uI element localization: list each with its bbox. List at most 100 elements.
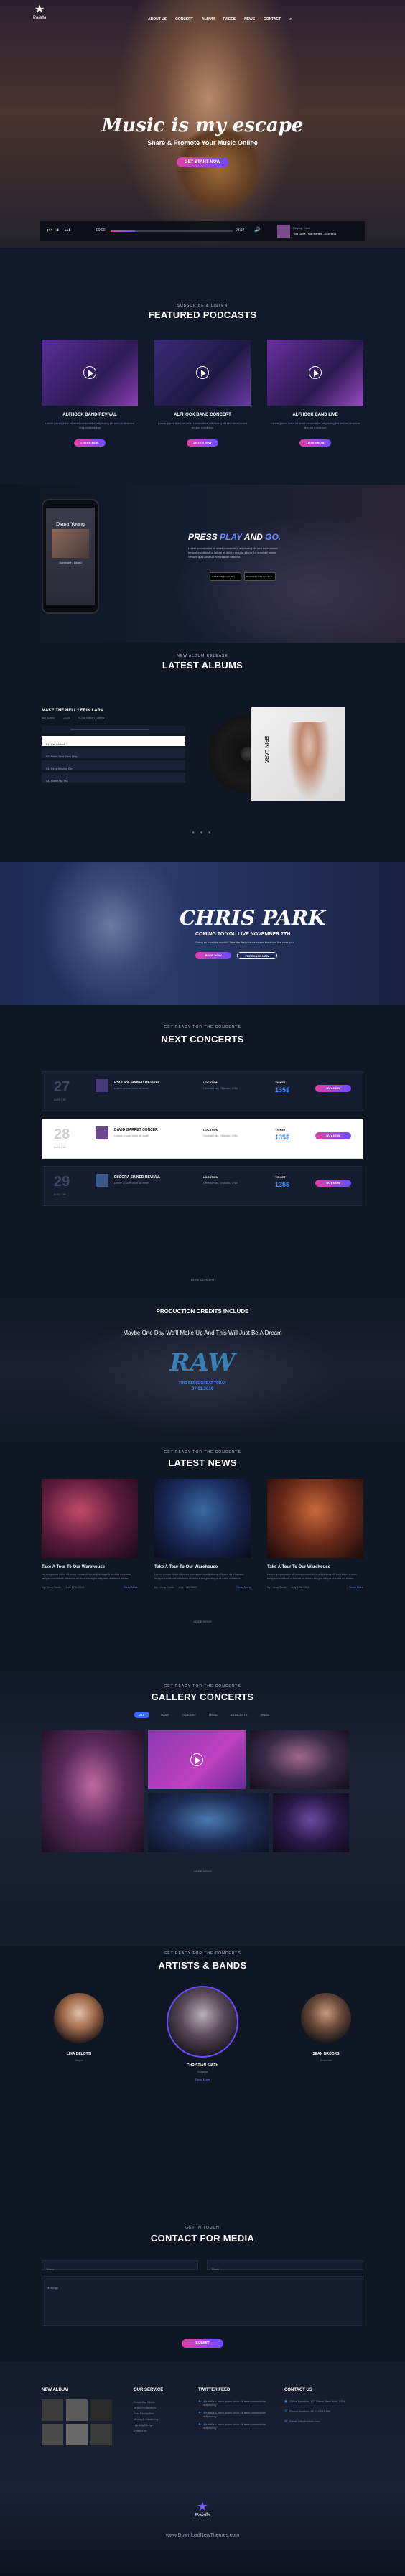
message-field[interactable]: Message <box>42 2276 363 2326</box>
nav-concert[interactable]: CONCERT <box>175 17 193 22</box>
buy-now-button[interactable]: BUY NOW <box>315 1180 351 1187</box>
artist-name: SEAN BROOKS <box>312 2052 340 2056</box>
news-card[interactable]: Take A Tour To Our Warehouse Lorem ipsum… <box>154 1479 251 1589</box>
logo[interactable]: ★ Rafalla <box>29 4 50 21</box>
filter-all[interactable]: ALL <box>134 1712 150 1718</box>
next-icon[interactable]: ⏭ <box>65 227 70 234</box>
footer-service-link[interactable]: Mixing & Mastering <box>134 2417 198 2422</box>
buy-now-button[interactable]: BUY NOW <box>315 1132 351 1139</box>
track-item[interactable]: 02. Make Your Own Way <box>42 748 185 758</box>
listen-button[interactable]: LISTEN NOW <box>299 439 331 447</box>
track-item[interactable]: 01. Get Ahead <box>42 736 185 746</box>
artist-role: Singer <box>75 2058 83 2062</box>
podcast-card[interactable]: ALFHOCK BAND REVIVAL Lorem ipsum dolor s… <box>42 340 138 447</box>
app-store-badge[interactable]: Download on the App Store <box>244 572 276 581</box>
artist-card[interactable]: SEAN BROOKS Drummer <box>297 1993 355 2062</box>
footer-album-thumb[interactable] <box>42 2424 63 2445</box>
nav-menu: ABOUT US CONCERT ALBUM PAGES NEWS CONTAC… <box>148 17 292 22</box>
listen-button[interactable]: LISTEN NOW <box>187 439 218 447</box>
filter-band[interactable]: BAND <box>159 1712 170 1718</box>
more-concerts-link[interactable]: MORE CONCERT <box>0 1278 405 1282</box>
footer-album-thumb[interactable] <box>66 2399 88 2421</box>
purchase-button[interactable]: PURCHASE NOW <box>237 952 277 959</box>
footer-service-link[interactable]: Video Edit <box>134 2428 198 2434</box>
hero-cta-button[interactable]: GET START NOW <box>177 157 228 167</box>
volume-icon[interactable]: 🔊 <box>254 227 261 233</box>
track-item[interactable]: 03. Keep Moving On <box>42 760 185 770</box>
play-icon[interactable] <box>196 366 209 379</box>
progress-bar[interactable] <box>111 230 233 232</box>
nav-contact[interactable]: CONTACT <box>264 17 281 22</box>
pause-icon[interactable]: ⏸ <box>56 227 59 234</box>
concert-name: DAVID GARRET CONCER <box>114 1128 158 1132</box>
artist-card[interactable]: LINA BELOTTI Singer <box>50 1993 108 2062</box>
footer-col-title: NEW ALBUM <box>42 2388 69 2392</box>
track-item[interactable]: 04. Stand Up Tall <box>42 773 185 783</box>
book-now-button[interactable]: BOOK NOW <box>195 952 231 959</box>
artist-feature-subtitle: COMING TO YOU LIVE NOVEMBER 7TH <box>195 932 291 937</box>
footer-service-link[interactable]: Music Production <box>134 2405 198 2411</box>
nav-album[interactable]: ALBUM <box>202 17 215 22</box>
filter-concerts[interactable]: CONCERTS <box>230 1712 248 1718</box>
concert-loc-label: LOCATION <box>203 1081 218 1084</box>
artists-title: ARTISTS & BANDS <box>158 1960 247 1971</box>
footer-col-title: TWITTER FEED <box>198 2388 231 2392</box>
nav-pages[interactable]: PAGES <box>223 17 236 22</box>
news-card[interactable]: Take A Tour To Our Warehouse Lorem ipsum… <box>42 1479 138 1589</box>
more-gallery-link[interactable]: MORE NEWS <box>0 1870 405 1873</box>
footer-col-contact: CONTACT US ◉ Office Location: 123 Street,… <box>284 2388 363 2424</box>
contact-location: Office Location: 123 Street, New York, U… <box>289 2399 345 2403</box>
footer-logo[interactable]: ★ Rafalla <box>188 2500 217 2518</box>
nav-about[interactable]: ABOUT US <box>148 17 167 22</box>
album-player-bar[interactable] <box>42 726 185 733</box>
footer-album-grid <box>42 2399 121 2445</box>
gallery-image[interactable] <box>42 1730 144 1852</box>
submit-button[interactable]: SUBMIT <box>182 2339 223 2348</box>
more-news-link[interactable]: MORE NEWS <box>0 1620 405 1623</box>
filter-sings[interactable]: SINGS <box>259 1712 270 1718</box>
footer-album-thumb[interactable] <box>90 2399 112 2421</box>
gallery-image[interactable] <box>250 1730 349 1789</box>
footer-album-thumb[interactable] <box>90 2424 112 2445</box>
artist-card[interactable]: CHRISTIAN SMITH Guitarist Read More <box>159 1986 246 2081</box>
albums-title: LATEST ALBUMS <box>162 660 243 671</box>
google-play-badge[interactable]: GET IT ON Google Play <box>210 572 241 581</box>
news-read-more[interactable]: Read More <box>124 1585 138 1589</box>
podcast-card[interactable]: ALFHOCK BAND LIVE Lorem ipsum dolor sit … <box>267 340 363 447</box>
filter-concert[interactable]: CONCERT <box>180 1712 197 1718</box>
play-icon[interactable] <box>83 366 96 379</box>
prev-icon[interactable]: ⏮ <box>47 227 52 234</box>
buy-now-button[interactable]: BUY NOW <box>315 1085 351 1092</box>
track-list: 01. Get Ahead 02. Make Your Own Way 03. … <box>42 736 185 783</box>
album-meta-listens: 5,256 Million Listens <box>78 716 105 719</box>
concert-place: Lorem ipsum dolor sit amet <box>114 1134 149 1137</box>
gallery-image[interactable] <box>273 1793 349 1852</box>
name-field[interactable]: Name <box>42 2260 198 2271</box>
listen-button[interactable]: LISTEN NOW <box>74 439 106 447</box>
play-icon[interactable] <box>190 1753 203 1766</box>
email-field[interactable]: Email <box>207 2260 363 2271</box>
albums-section: NEW ALBUM RELEASE LATEST ALBUMS MAKE THE… <box>0 643 405 862</box>
nav-news[interactable]: NEWS <box>244 17 255 22</box>
footer-album-thumb[interactable] <box>42 2399 63 2421</box>
gallery-image[interactable] <box>148 1730 246 1789</box>
play-icon[interactable] <box>309 366 322 379</box>
news-read-more[interactable]: Read More <box>349 1585 363 1589</box>
artist-read-more[interactable]: Read More <box>159 2078 246 2081</box>
news-card[interactable]: Take A Tour To Our Warehouse Lorem ipsum… <box>267 1479 363 1589</box>
filter-music[interactable]: MUSIC <box>208 1712 220 1718</box>
footer-service-link[interactable]: Post Production <box>134 2411 198 2417</box>
footer-service-link[interactable]: Recording Music <box>134 2399 198 2405</box>
footer-logo-text: Rafalla <box>195 2513 210 2518</box>
footer-service-link[interactable]: Lighting Design <box>134 2422 198 2428</box>
contact-email: Email: info@rafalla.com <box>289 2419 320 2423</box>
gallery-image[interactable] <box>148 1793 269 1852</box>
footer-album-thumb[interactable] <box>66 2424 88 2445</box>
news-read-more[interactable]: Read More <box>236 1585 251 1589</box>
slider-dots[interactable]: ● ● ● <box>0 831 405 835</box>
news-image <box>154 1479 251 1558</box>
podcast-text: Lorem ipsum dolor sit amet consectetur a… <box>157 421 248 429</box>
news-card-text: Lorem ipsum dolor sit amet consectetur a… <box>267 1572 357 1580</box>
search-icon[interactable]: ⌕ <box>289 17 292 22</box>
podcast-card[interactable]: ALFHOCK BAND CONCERT Lorem ipsum dolor s… <box>154 340 251 447</box>
